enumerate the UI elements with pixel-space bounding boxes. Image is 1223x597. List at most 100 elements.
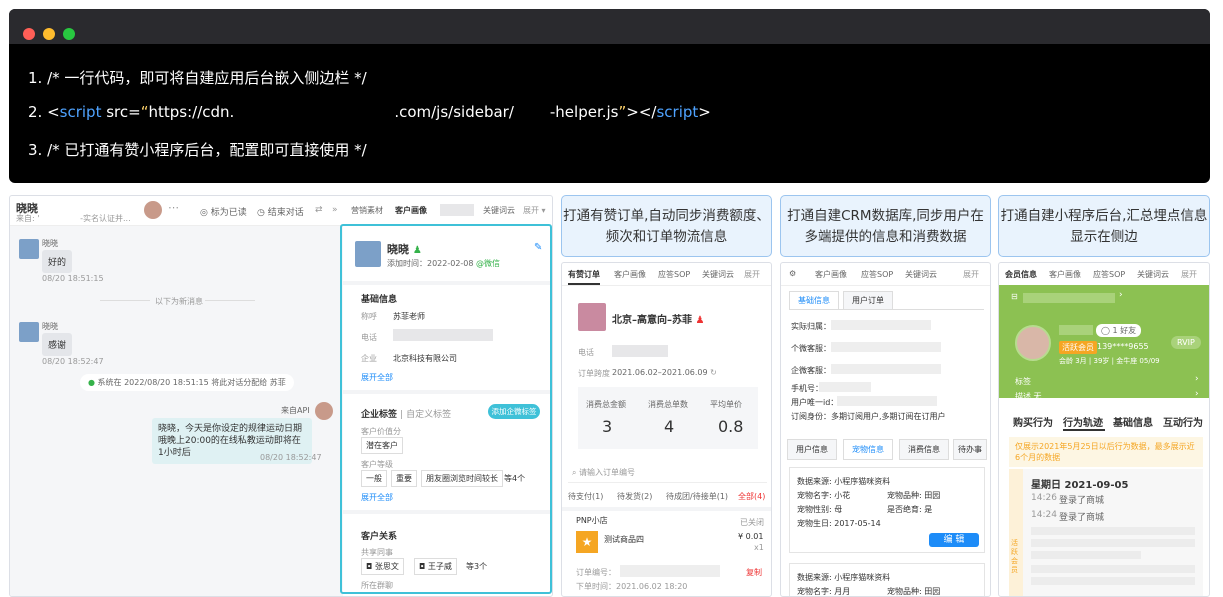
tab-orders[interactable]: 有赞订单 <box>568 269 600 280</box>
blurred-shop <box>1023 293 1115 303</box>
tab-keywords[interactable]: 关键词云 <box>702 269 734 280</box>
tab-pet-info[interactable]: 宠物信息 <box>843 439 893 460</box>
tab-sop[interactable]: 应答SOP <box>861 269 893 280</box>
tab-user-info[interactable]: 用户信息 <box>787 439 837 460</box>
expand-button[interactable]: 展开 <box>1181 269 1197 280</box>
chevron-right-icon[interactable]: › <box>1119 290 1123 300</box>
star-icon: ★ <box>576 531 598 553</box>
blurred-event <box>1031 565 1195 573</box>
api-label: 来自API <box>281 406 310 415</box>
tab-profile[interactable]: 客户画像 <box>395 205 427 216</box>
tab-todo[interactable]: 待办事 <box>953 439 987 460</box>
tab-profile[interactable]: 客户画像 <box>614 269 646 280</box>
stat-label: 消费总金额 <box>586 400 626 409</box>
basic-info-title: 基础信息 <box>361 295 398 305</box>
minimize-dot-icon[interactable] <box>43 28 55 40</box>
nick-label: 称呼 <box>361 312 377 321</box>
msg-time: 08/20 18:52:47 <box>260 453 322 462</box>
member-info: 会龄 3月 | 39岁 | 金牛座 05/09 <box>1059 357 1160 365</box>
msg-sender: 晓晓 <box>42 239 58 248</box>
expand-button[interactable]: 展开 ▾ <box>523 205 546 216</box>
section-track[interactable]: 行为轨迹 <box>1063 414 1103 429</box>
avatar <box>355 241 381 267</box>
caption-crm: 打通自建CRM数据库,同步用户在多端提供的信息和消费数据 <box>780 195 991 257</box>
msg-time: 08/20 18:51:15 <box>42 274 104 283</box>
field-work-service: 企微客服： <box>791 366 831 375</box>
subtab-orders[interactable]: 用户订单 <box>843 291 893 310</box>
stat-label: 消费总单数 <box>648 400 688 409</box>
more-icon[interactable]: ⋯ <box>168 201 179 214</box>
level-label: 客户等级 <box>361 460 393 469</box>
tab-keywords[interactable]: 关键词云 <box>1137 269 1169 280</box>
divider <box>562 507 771 511</box>
pet-birthday: 宠物生日: 2017-05-14 <box>797 519 881 528</box>
expand-all-link[interactable]: 展开全部 <box>361 372 393 383</box>
relation-title: 客户关系 <box>361 532 398 542</box>
avatar <box>19 322 39 342</box>
group-label: 所在群聊 <box>361 581 393 590</box>
transfer-icon[interactable]: ⇄ <box>315 205 323 215</box>
customer-name: 晓晓 ♟ <box>387 243 422 256</box>
zoom-dot-icon[interactable] <box>63 28 75 40</box>
edit-button[interactable]: 编 辑 <box>929 533 979 547</box>
customer-name: 北京–高意向–苏菲 ♟ <box>612 315 705 326</box>
section-interact[interactable]: 互动行为 <box>1163 414 1203 429</box>
expand-button[interactable]: 展开 <box>744 269 760 280</box>
tab-sop[interactable]: 应答SOP <box>1093 269 1125 280</box>
mark-read-button[interactable]: ◎ 标为已读 <box>200 205 247 218</box>
add-tag-button[interactable]: 添加企微标签 <box>488 404 540 419</box>
tab-marketing[interactable]: 营销素材 <box>351 205 383 216</box>
value-label: 客户价值分 <box>361 427 401 436</box>
shop-icon: ⊟ <box>1011 292 1018 301</box>
timeline-side <box>1009 469 1023 596</box>
field-subscription: 订阅身份：多期订阅用户,多期订阅在订用户 <box>791 412 946 421</box>
expand-button[interactable]: 展开 <box>963 269 979 280</box>
section-basic[interactable]: 基础信息 <box>1113 414 1153 429</box>
end-chat-button[interactable]: ◷ 结束对话 <box>257 205 304 218</box>
contact-source: 来自: ' -实名认证并... <box>16 214 131 223</box>
tab-keywords[interactable]: 关键词云 <box>483 205 515 216</box>
stat-label: 平均单价 <box>710 400 742 409</box>
expand-all-link[interactable]: 展开全部 <box>361 492 393 503</box>
share-person: ◘ 张思文 <box>361 558 404 575</box>
filter-unpaid[interactable]: 待支付(1) <box>568 491 603 502</box>
order-time: 下单时间：2021.06.02 18:20 <box>576 582 688 591</box>
collapse-icon[interactable]: » <box>332 205 338 215</box>
chevron-right-icon[interactable]: › <box>1195 389 1199 399</box>
section-divider <box>343 281 550 285</box>
code-line-3: 3. /* 已打通有赞小程序后台，配置即可直接使用 */ <box>28 141 367 159</box>
mini-panel: 会员信息 客户画像 应答SOP 关键词云 展开 ⊟ › ◯ 1 好友 活跃会员 … <box>998 262 1210 597</box>
gear-icon[interactable]: ⚙ <box>789 269 796 278</box>
stat-value: 3 <box>602 417 613 436</box>
tab-consume-info[interactable]: 消费信息 <box>899 439 949 460</box>
event-text: 登录了商城 <box>1059 496 1105 506</box>
order-no-label: 订单编号： <box>576 568 616 577</box>
tab-profile[interactable]: 客户画像 <box>815 269 847 280</box>
tab-member[interactable]: 会员信息 <box>1005 269 1037 280</box>
chat-panel: 晓晓 来自: ' -实名认证并... ⋯ ◎ 标为已读 ◷ 结束对话 ⇄ » 晓… <box>9 195 553 597</box>
pet-neutered: 是否绝育: 是 <box>887 505 933 514</box>
tags-title: 企业标签 | 自定义标签 <box>361 410 452 420</box>
section-purchase[interactable]: 购买行为 <box>1013 414 1053 429</box>
tab-profile[interactable]: 客户画像 <box>1049 269 1081 280</box>
subtab-basic[interactable]: 基础信息 <box>789 291 839 309</box>
close-dot-icon[interactable] <box>23 28 35 40</box>
edit-icon[interactable]: ✎ <box>534 242 542 253</box>
avatar <box>1015 325 1051 361</box>
filter-all[interactable]: 全部(4) <box>738 491 765 502</box>
system-notice: ● 系统在 2022/08/20 18:51:15 将此对话分配给 苏菲 <box>80 374 294 391</box>
tab-sop[interactable]: 应答SOP <box>658 269 690 280</box>
avatar <box>19 239 39 259</box>
order-search-input[interactable]: ⌕ 请输入订单编号 <box>572 467 635 478</box>
copy-button[interactable]: 复制 <box>746 567 762 578</box>
chevron-right-icon[interactable]: › <box>1195 374 1199 384</box>
tab-keywords[interactable]: 关键词云 <box>905 269 937 280</box>
level-tag: 重要 <box>391 470 417 487</box>
period-label: 订单跨度 <box>578 369 610 378</box>
filter-unshipped[interactable]: 待发货(2) <box>617 491 652 502</box>
pet-name: 宠物名字: 月月 <box>797 587 851 596</box>
avatar[interactable] <box>144 201 162 219</box>
vip-badge: 活跃会员 <box>1059 341 1097 354</box>
caption-mini: 打通自建小程序后台,汇总埋点信息显示在侧边 <box>998 195 1210 257</box>
filter-group[interactable]: 待成团/待接单(1) <box>666 491 728 502</box>
